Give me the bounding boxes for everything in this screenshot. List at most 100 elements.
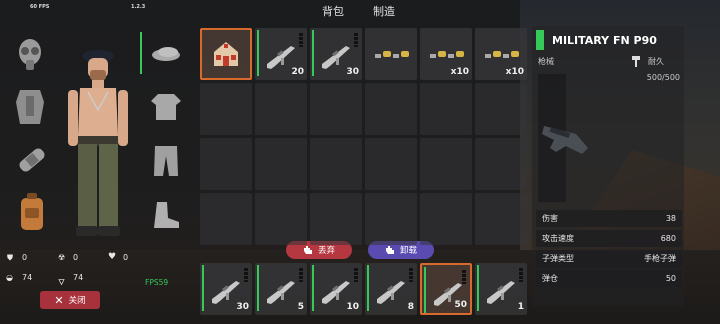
empty-slot[interactable] <box>475 83 527 135</box>
drop-label: 丢弃 <box>317 246 335 256</box>
durability-bar <box>477 265 479 311</box>
item-count: 30 <box>346 67 359 77</box>
hotbar-slot[interactable]: 10 <box>310 263 362 315</box>
hotbar-slot[interactable]: 30 <box>200 263 252 315</box>
durability-bar <box>257 30 259 76</box>
radiation-value: 0 <box>73 253 79 262</box>
close-icon: ✕ <box>54 293 64 307</box>
item-count: 20 <box>291 67 304 77</box>
empty-slot[interactable] <box>475 138 527 190</box>
ammo-icon <box>375 51 409 58</box>
durability-marks <box>519 268 523 282</box>
p90-icon <box>542 126 588 154</box>
empty-slot[interactable] <box>310 83 362 135</box>
empty-slot[interactable] <box>420 138 472 190</box>
player-character <box>68 50 128 236</box>
rarity-indicator <box>536 30 544 50</box>
rifle-icon <box>267 281 295 304</box>
durability-marks <box>244 268 248 282</box>
tab-backpack[interactable]: 背包 <box>322 3 344 19</box>
empty-slot[interactable] <box>310 193 362 245</box>
hammer-icon <box>632 56 640 67</box>
durability-bar <box>312 30 314 76</box>
tab-craft[interactable]: 制造 <box>373 3 395 19</box>
beret-icon <box>152 47 180 61</box>
item-category: 枪械 <box>538 57 554 66</box>
durability-marks <box>409 268 413 282</box>
stat-value: 手枪子弹 <box>644 254 676 263</box>
item-count: 5 <box>297 302 304 312</box>
durability-bar <box>257 265 259 311</box>
body-armor-icon[interactable] <box>14 86 46 128</box>
rifle-icon <box>487 281 515 304</box>
rifle-icon <box>267 46 295 69</box>
item-count: x10 <box>505 67 524 77</box>
heart-value: 0 <box>123 253 129 262</box>
empty-slot[interactable] <box>200 138 252 190</box>
equip-slot-shirt[interactable] <box>140 82 192 132</box>
version-label: 1.2.3 <box>131 4 146 10</box>
item-name: MILITARY FN P90 <box>552 34 657 47</box>
empty-slot[interactable] <box>310 138 362 190</box>
stat-label: 伤害 <box>542 214 558 223</box>
close-button[interactable]: ✕ 关闭 <box>40 291 100 309</box>
inventory-slot[interactable] <box>200 28 252 80</box>
durability-marks <box>299 268 303 282</box>
heart-icon: ♥ <box>108 252 117 262</box>
ammo-icon <box>430 51 464 58</box>
durability-value: 500/500 <box>646 73 680 82</box>
empty-slot[interactable] <box>365 83 417 135</box>
food-value: 74 <box>22 273 33 282</box>
food-icon: ◒ <box>6 273 13 282</box>
inventory-slot[interactable]: x10 <box>475 28 527 80</box>
close-label: 关闭 <box>68 296 86 306</box>
equip-slot-pants[interactable] <box>140 136 192 186</box>
empty-slot[interactable] <box>200 83 252 135</box>
hotbar-slot[interactable]: 50 <box>420 263 472 315</box>
hotbar-slot[interactable]: 1 <box>475 263 527 315</box>
stat-row: 弹仓 50 <box>536 270 682 287</box>
radiation-icon: ☢ <box>58 253 66 262</box>
empty-slot[interactable] <box>420 193 472 245</box>
empty-slot[interactable] <box>255 83 307 135</box>
empty-slot[interactable] <box>420 83 472 135</box>
equip-slot-hat[interactable] <box>140 28 192 78</box>
unload-label: 卸载 <box>399 246 417 256</box>
gas-mask-icon[interactable] <box>14 36 46 74</box>
fps-counter: 60 FPS <box>30 4 50 10</box>
item-preview-strip <box>538 74 588 202</box>
shield-icon: ⛊ <box>7 253 13 262</box>
durability-marks <box>299 33 303 47</box>
inventory-slot[interactable]: 30 <box>310 28 362 80</box>
empty-slot[interactable] <box>365 138 417 190</box>
durability-marks <box>354 33 358 47</box>
item-count: 30 <box>236 302 249 312</box>
bandage-icon[interactable] <box>14 142 50 178</box>
inventory-slot[interactable]: 20 <box>255 28 307 80</box>
empty-slot[interactable] <box>255 193 307 245</box>
hotbar-slot[interactable]: 8 <box>365 263 417 315</box>
building-icon <box>214 42 238 66</box>
equip-slot-boots[interactable] <box>140 190 192 240</box>
shirt-icon <box>151 94 181 120</box>
durability-marks <box>354 268 358 282</box>
empty-slot[interactable] <box>365 193 417 245</box>
inventory-slot[interactable] <box>365 28 417 80</box>
inventory-slot[interactable]: x10 <box>420 28 472 80</box>
boots-icon <box>154 202 179 228</box>
empty-slot[interactable] <box>200 193 252 245</box>
empty-slot[interactable] <box>255 138 307 190</box>
empty-slot[interactable] <box>475 193 527 245</box>
stat-value: 680 <box>660 234 676 243</box>
stat-value: 50 <box>665 274 676 283</box>
hand-icon <box>303 246 312 254</box>
hotbar-slot[interactable]: 5 <box>255 263 307 315</box>
stat-row: 伤害 38 <box>536 210 682 227</box>
pants-icon <box>154 146 178 176</box>
backpack-icon[interactable] <box>18 192 46 232</box>
rifle-icon <box>377 281 405 304</box>
stat-label: 弹仓 <box>542 274 558 283</box>
stat-label: 攻击速度 <box>542 234 574 243</box>
rifle-icon <box>212 281 240 304</box>
ammo-icon <box>485 51 519 58</box>
